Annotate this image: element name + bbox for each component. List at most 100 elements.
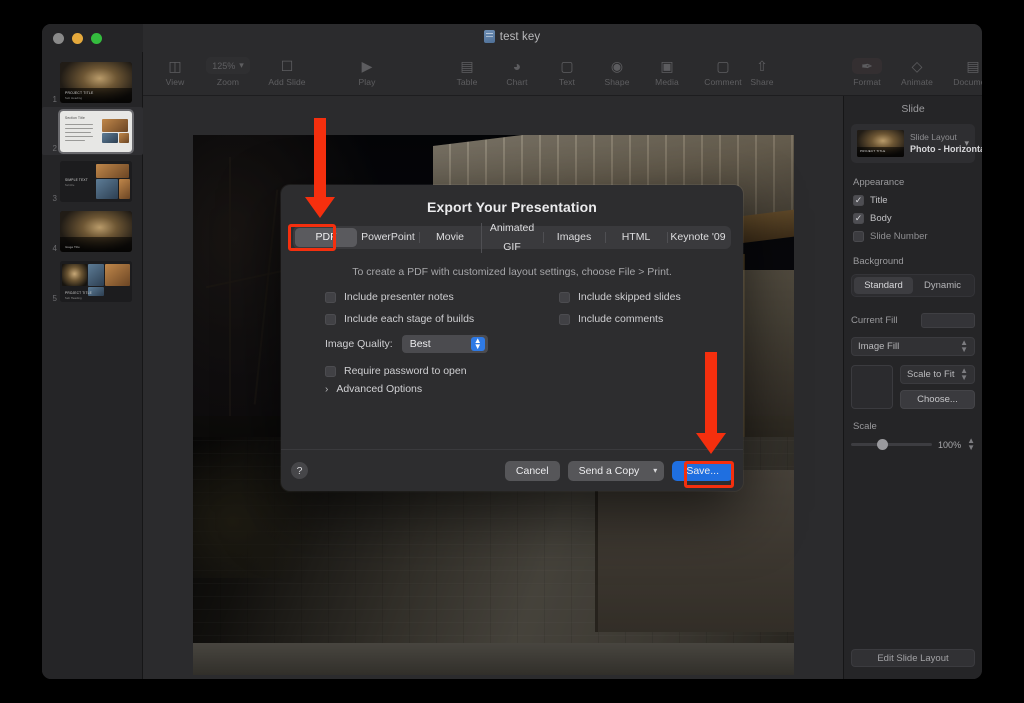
slide-layout-card[interactable]: PROJECT TITLE Slide Layout Photo - Horiz… (851, 124, 982, 163)
checkbox-each-stage-of-builds[interactable] (325, 313, 336, 325)
checkbox-presenter-notes[interactable] (325, 291, 336, 303)
tab-animated-gif[interactable]: Animated GIF (481, 219, 543, 257)
slide-thumb-sub-1: Sub Heading (65, 96, 83, 100)
appearance-title-row[interactable]: Title (851, 195, 975, 206)
window-titlebar: test key (42, 24, 982, 52)
dialog-action-buttons: Cancel Send a Copy ▾ Save... (504, 460, 733, 481)
tab-html[interactable]: HTML (605, 228, 667, 247)
appearance-slide-number-label: Slide Number (870, 231, 928, 242)
checkbox-require-password[interactable] (325, 365, 336, 377)
toolbar-shape-button[interactable]: ◉ Shape (593, 57, 641, 88)
toolbar-chart-button[interactable]: ◕ Chart (493, 57, 541, 88)
export-format-tabs[interactable]: PDF PowerPoint Movie Animated GIF Images… (293, 222, 731, 253)
add-slide-icon: ☐ (280, 57, 294, 74)
tab-movie[interactable]: Movie (419, 228, 481, 247)
checkbox-comments[interactable] (559, 313, 570, 325)
chevron-down-icon: ▾ (239, 60, 244, 70)
checkbox-slide-number[interactable] (853, 231, 864, 242)
option-presenter-notes[interactable]: Include presenter notes (325, 291, 488, 303)
cancel-button[interactable]: Cancel (504, 460, 560, 481)
toolbar-zoom-label: Zoom (216, 77, 240, 87)
animate-icon: ◇ (911, 57, 923, 74)
checkbox-body[interactable] (853, 213, 864, 224)
toolbar-media-button[interactable]: ▣ Media (643, 57, 691, 88)
keynote-document-icon (483, 30, 495, 43)
toolbar-play-button[interactable]: ▶ Play (343, 57, 391, 88)
chevron-right-icon[interactable]: › (325, 384, 328, 395)
toolbar-zoom-control[interactable]: 125% ▾ Zoom (201, 57, 255, 87)
slide-thumbnail-image-3: SIMPLE TEXT Subtitle (60, 160, 132, 202)
option-each-stage-of-builds[interactable]: Include each stage of builds (325, 313, 488, 325)
image-quality-select[interactable]: Best ▲ ▼ (401, 335, 488, 353)
option-require-password-label: Require password to open (344, 365, 467, 377)
toolbar-table-label: Table (456, 77, 478, 87)
slide-thumb-sub-4: Image Title (65, 245, 80, 249)
dialog-subtitle: To create a PDF with customized layout s… (352, 266, 672, 278)
slide-thumb-1[interactable]: 1 PROJECT TITLE Sub Heading (42, 58, 143, 106)
toolbar-play-label: Play (358, 77, 376, 87)
current-fill-row: Current Fill (851, 313, 975, 328)
appearance-slide-number-row[interactable]: Slide Number (851, 231, 975, 242)
toolbar-document-button[interactable]: ▤ Document (943, 57, 982, 88)
fill-type-popup[interactable]: Image Fill ▲ ▼ (851, 337, 975, 356)
edit-slide-layout-button[interactable]: Edit Slide Layout (851, 649, 975, 667)
option-comments[interactable]: Include comments (559, 313, 681, 325)
scale-mode-popup[interactable]: Scale to Fit ▲ ▼ (900, 365, 975, 384)
toolbar-group-share: ⇧ Share (738, 57, 786, 88)
current-fill-label: Current Fill (851, 315, 898, 326)
toolbar-share-button[interactable]: ⇧ Share (738, 57, 786, 88)
toolbar-view-button[interactable]: ◫ View (151, 57, 199, 88)
scale-slider-knob[interactable] (876, 439, 888, 451)
appearance-body-row[interactable]: Body (851, 213, 975, 224)
image-quality-row[interactable]: Image Quality: Best ▲ ▼ (325, 335, 488, 353)
image-fill-preview[interactable] (851, 365, 893, 409)
scale-slider-row[interactable]: 100% ▲ ▼ (851, 437, 975, 452)
toolbar-group-left: ◫ View 125% ▾ Zoom ☐ Add Slide (151, 57, 317, 87)
slide-thumb-5[interactable]: 5 PROJECT TITLE Sub Heading (42, 257, 143, 305)
play-icon: ▶ (361, 57, 373, 74)
fill-type-value: Image Fill (858, 341, 900, 352)
toolbar-table-button[interactable]: ▤ Table (443, 57, 491, 88)
tab-pdf[interactable]: PDF (295, 228, 357, 247)
slide-thumbnail-image-5: PROJECT TITLE Sub Heading (60, 260, 132, 302)
current-fill-swatch[interactable] (921, 313, 975, 328)
scale-stepper[interactable]: ▲ ▼ (967, 437, 975, 452)
checkbox-title[interactable] (853, 195, 864, 206)
segment-dynamic[interactable]: Dynamic (913, 277, 972, 294)
scale-slider-track[interactable] (851, 439, 933, 451)
toolbar-animate-button[interactable]: ◇ Animate (893, 57, 941, 88)
slide-thumb-4[interactable]: 4 Image Title (42, 207, 143, 255)
slide-navigator[interactable]: 1 PROJECT TITLE Sub Heading 2 Section Ti… (42, 52, 143, 679)
tab-powerpoint[interactable]: PowerPoint (357, 228, 419, 247)
toolbar-format-button[interactable]: ✒ Format (843, 57, 891, 87)
tab-keynote-09[interactable]: Keynote '09 (667, 228, 729, 247)
option-require-password[interactable]: Require password to open (325, 365, 488, 377)
toolbar-add-slide-button[interactable]: ☐ Add Slide (257, 57, 317, 88)
save-button[interactable]: Save... (672, 460, 733, 481)
help-button[interactable]: ? (291, 462, 308, 479)
tab-images[interactable]: Images (543, 228, 605, 247)
background-type-segmented-control[interactable]: Standard Dynamic (851, 274, 975, 297)
option-skipped-slides[interactable]: Include skipped slides (559, 291, 681, 303)
send-a-copy-button[interactable]: Send a Copy ▾ (567, 460, 665, 481)
slide-thumb-3[interactable]: 3 SIMPLE TEXT Subtitle (42, 157, 143, 205)
toolbar-document-label: Document (953, 77, 982, 87)
slide-thumb-title-3: SIMPLE TEXT (65, 177, 88, 182)
toolbar-group-insert: ▤ Table ◕ Chart ▢ Text ◉ Shape ▣ Media ▢… (443, 57, 753, 88)
format-brush-icon: ✒ (852, 57, 882, 74)
chart-icon: ◕ (512, 57, 522, 74)
segment-standard[interactable]: Standard (854, 277, 913, 294)
advanced-options-disclosure[interactable]: › Advanced Options (325, 383, 422, 395)
chevron-down-icon[interactable]: ▾ (964, 138, 969, 149)
choose-image-button[interactable]: Choose... (900, 390, 975, 409)
toolbar-text-button[interactable]: ▢ Text (543, 57, 591, 88)
document-title: test key (42, 30, 982, 43)
chevron-down-icon: ▾ (653, 466, 658, 475)
slide-thumb-2[interactable]: 2 Section Title (42, 107, 143, 155)
updown-arrows-icon[interactable]: ▲ ▼ (470, 336, 485, 351)
toolbar-share-label: Share (750, 77, 774, 87)
checkbox-skipped-slides[interactable] (559, 291, 570, 303)
zoom-dropdown[interactable]: 125% ▾ (206, 57, 250, 74)
appearance-title-label: Title (870, 195, 888, 206)
slide-thumbnail-image-4: Image Title (60, 210, 132, 252)
